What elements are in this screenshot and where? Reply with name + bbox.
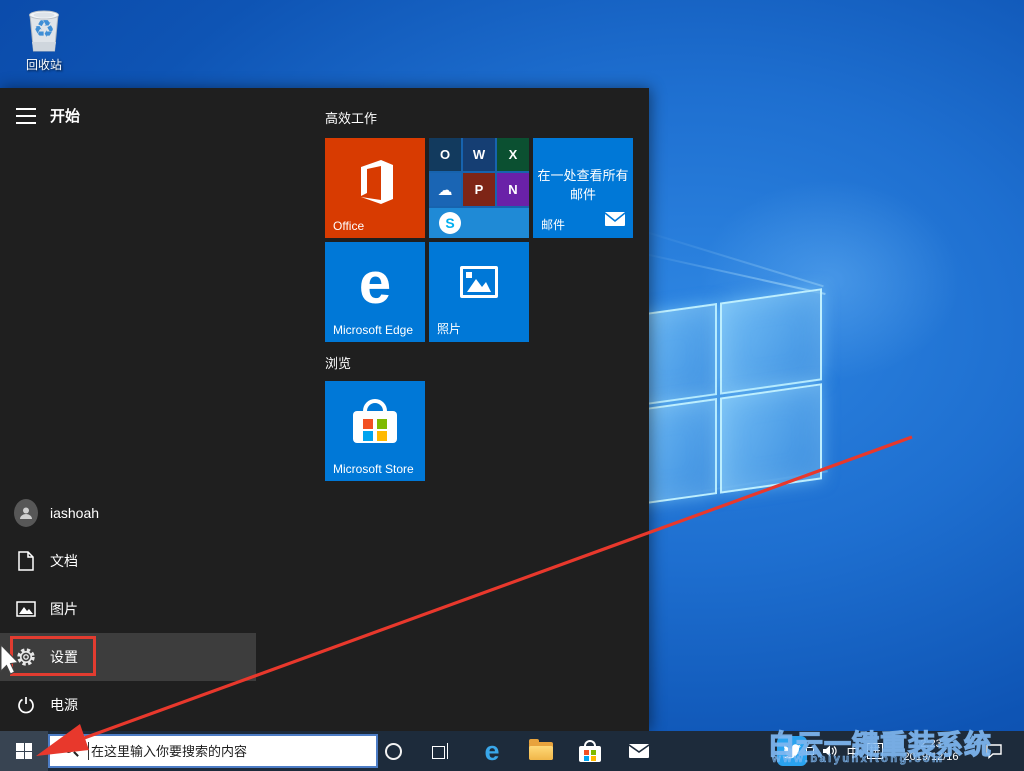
mail-tile-message: 在一处查看所有邮件 <box>537 168 629 202</box>
tile-label: Microsoft Edge <box>333 323 414 337</box>
start-button[interactable] <box>0 731 48 771</box>
document-icon <box>14 549 38 573</box>
edge-icon: e <box>358 251 392 316</box>
start-menu: 开始 高效工作 Office O W X ☁ P N S 在一处查看所有邮件 邮… <box>0 88 649 731</box>
menu-hamburger-icon[interactable] <box>16 108 36 124</box>
tile-label: 照片 <box>437 322 462 336</box>
windows-logo-icon <box>16 743 32 759</box>
cortana-button[interactable] <box>371 731 415 771</box>
tile-microsoft-edge[interactable]: e Microsoft Edge <box>325 242 425 342</box>
edge-icon: e <box>484 736 500 766</box>
mail-taskbar-button[interactable] <box>617 731 661 771</box>
picture-icon <box>14 597 38 621</box>
search-icon <box>64 744 79 758</box>
power-icon <box>14 693 38 717</box>
tile-label: 邮件 <box>541 218 566 232</box>
excel-icon: X <box>497 138 529 171</box>
photos-icon <box>460 266 498 303</box>
hidden-icons-icon <box>806 747 814 755</box>
tile-mail[interactable]: 在一处查看所有邮件 邮件 <box>533 138 633 238</box>
volume-tray-button[interactable] <box>820 731 840 771</box>
notification-bubble-icon <box>986 744 1002 759</box>
tile-group-header-productivity: 高效工作 <box>325 111 378 126</box>
onenote-icon: N <box>497 173 529 206</box>
file-explorer-button[interactable] <box>519 731 563 771</box>
tile-label: Microsoft Store <box>333 462 414 476</box>
taskbar-clock[interactable]: 2:23 2019/12/16 <box>893 731 969 771</box>
skype-band: S <box>429 208 529 238</box>
ime-mode-badge: 拼 <box>867 743 883 759</box>
tile-microsoft-store[interactable]: Microsoft Store <box>325 381 425 481</box>
recycle-bin-shortcut[interactable]: ♻ 回收站 <box>12 6 76 73</box>
sidebar-item-label: 图片 <box>50 601 78 617</box>
mail-envelope-icon <box>604 212 626 231</box>
ime-language-indicator[interactable]: 中 <box>844 731 862 771</box>
gear-icon <box>14 645 38 669</box>
recycle-symbol: ♻ <box>33 16 55 43</box>
store-bag-icon <box>353 399 397 443</box>
taskbar: e 中 <box>0 731 1024 771</box>
suite-mini-tiles: O W X ☁ P N <box>429 138 529 206</box>
office-icon <box>353 158 397 211</box>
user-avatar-icon <box>14 499 38 527</box>
cortana-icon <box>384 742 402 760</box>
clock-time: 2:23 <box>920 738 942 750</box>
text-caret <box>88 742 89 760</box>
windows-logo-pane <box>720 383 822 494</box>
clock-date: 2019/12/16 <box>903 751 959 763</box>
edge-taskbar-button[interactable]: e <box>470 731 514 771</box>
folder-icon <box>529 739 553 760</box>
task-view-button[interactable] <box>419 731 463 771</box>
start-menu-title: 开始 <box>50 108 81 125</box>
sidebar-item-pictures[interactable]: 图片 <box>0 585 256 633</box>
tile-label: Office <box>333 219 365 233</box>
recycle-bin-icon: ♻ <box>22 6 66 54</box>
sidebar-item-label: 设置 <box>50 649 78 665</box>
store-taskbar-button[interactable] <box>568 731 612 771</box>
speaker-icon <box>823 745 837 757</box>
windows-logo-pane <box>720 288 822 395</box>
recycle-bin-label: 回收站 <box>25 58 62 72</box>
desktop: ♻ 回收站 开始 高效工作 Office O W X ☁ P N S 在一处查看… <box>0 0 1024 771</box>
task-view-icon <box>432 743 450 759</box>
sidebar-item-settings[interactable]: 设置 <box>0 633 256 681</box>
sidebar-item-label: iashoah <box>50 505 100 521</box>
tile-office[interactable]: Office <box>325 138 425 238</box>
windows-wallpaper-logo <box>628 288 824 510</box>
sidebar-item-power[interactable]: 电源 <box>0 681 256 729</box>
sidebar-item-label: 电源 <box>50 697 78 713</box>
word-icon: W <box>463 138 495 171</box>
mail-icon <box>628 744 650 758</box>
taskbar-search-box[interactable] <box>48 734 378 768</box>
store-bag-icon <box>579 740 601 762</box>
skype-icon: S <box>439 212 461 234</box>
tile-group-header-browse: 浏览 <box>325 356 352 371</box>
sidebar-item-documents[interactable]: 文档 <box>0 537 256 585</box>
tile-office-suite-folder[interactable]: O W X ☁ P N S <box>429 138 529 238</box>
action-center-button[interactable] <box>980 731 1008 771</box>
sidebar-item-user[interactable]: iashoah <box>0 489 256 537</box>
outlook-icon: O <box>429 138 461 171</box>
show-hidden-icons-button[interactable] <box>802 731 818 771</box>
ime-mode-indicator[interactable]: 拼 <box>864 731 886 771</box>
onedrive-icon: ☁ <box>429 173 461 206</box>
tile-photos[interactable]: 照片 <box>429 242 529 342</box>
search-input[interactable] <box>91 743 376 759</box>
sidebar-item-label: 文档 <box>50 553 78 569</box>
powerpoint-icon: P <box>463 173 495 206</box>
